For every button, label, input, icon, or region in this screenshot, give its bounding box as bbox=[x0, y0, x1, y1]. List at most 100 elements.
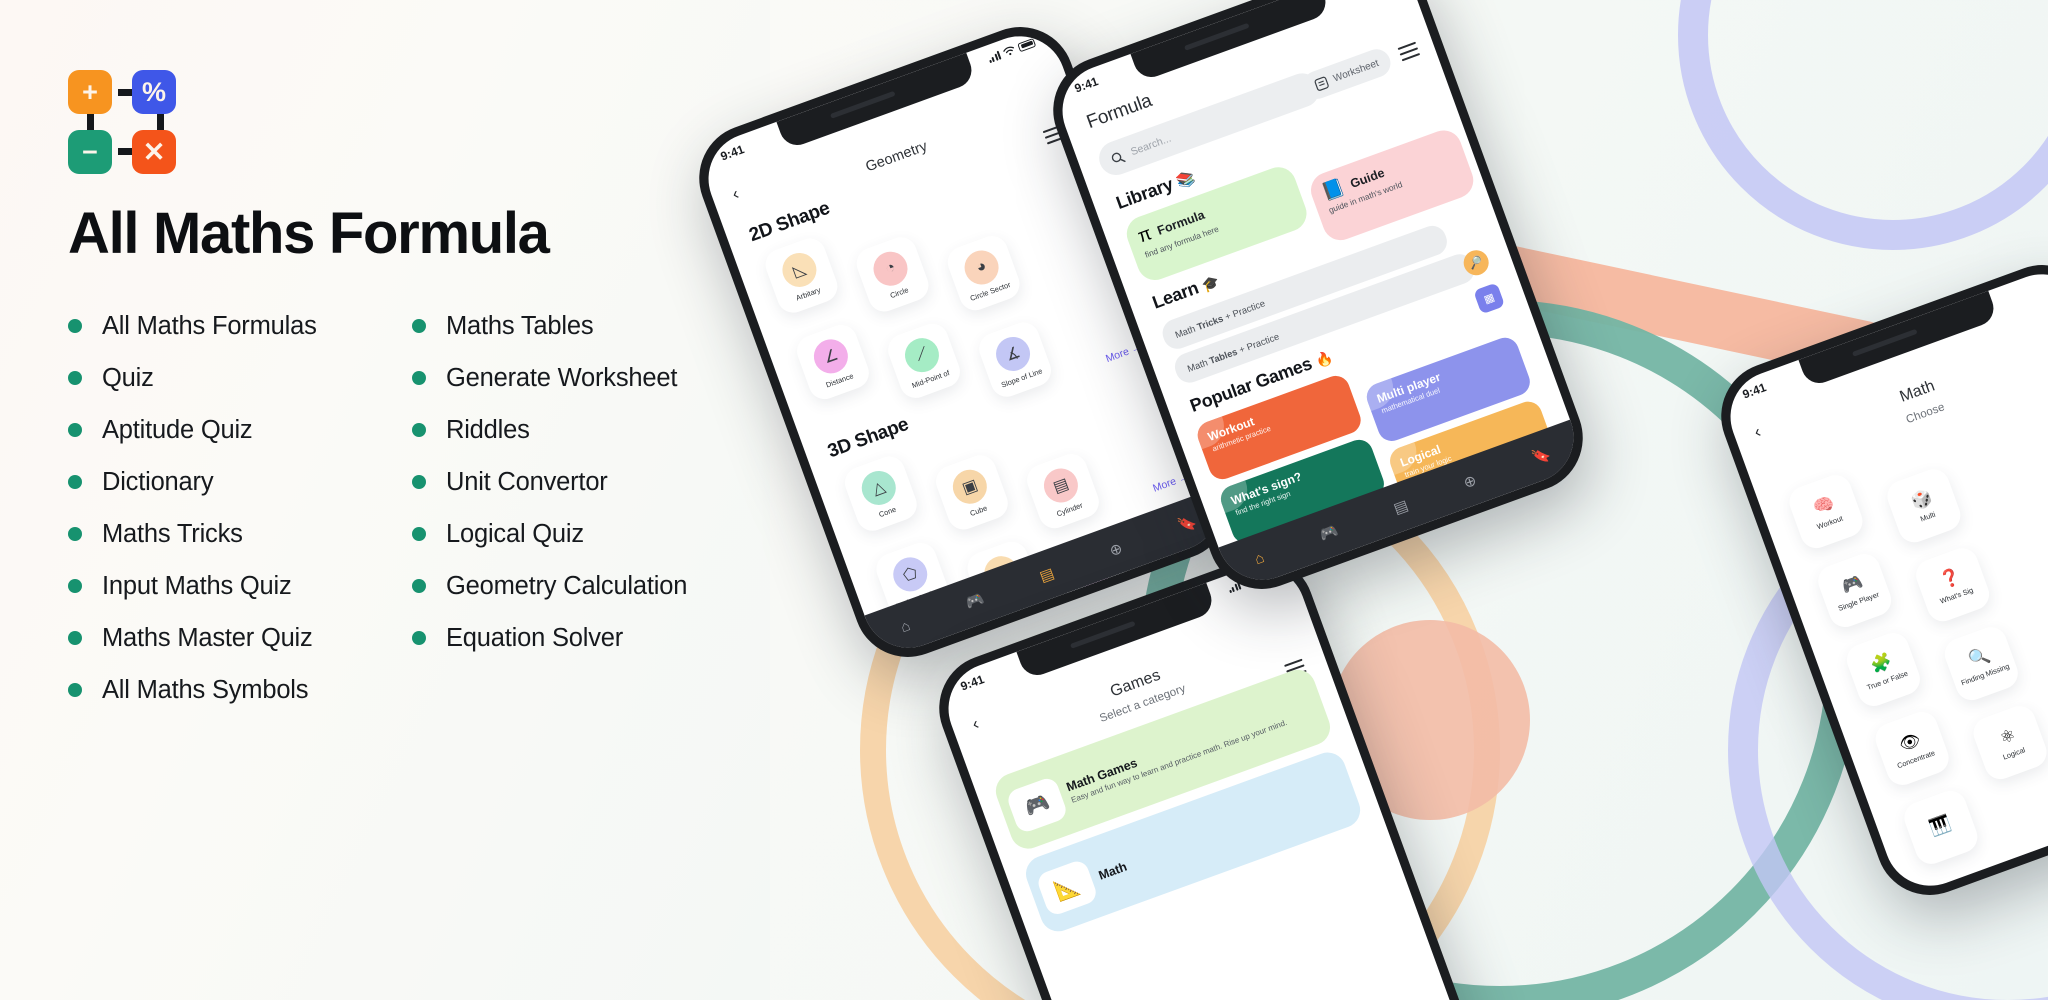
feature-label: Geometry Calculation bbox=[446, 571, 688, 600]
shape-card-distance[interactable]: ∠ Distance bbox=[792, 320, 874, 404]
mathgame-card-single-player[interactable]: 🎮 Single Player bbox=[1813, 549, 1896, 632]
feature-label: Maths Tricks bbox=[102, 519, 243, 548]
tab-home[interactable]: ⌂ bbox=[898, 617, 912, 636]
feature-item-left-5: Input Maths Quiz bbox=[68, 560, 368, 612]
feature-item-left-7: All Maths Symbols bbox=[68, 664, 368, 716]
more-label-2: More bbox=[1151, 475, 1178, 495]
row1-suffix: + Practice bbox=[1234, 330, 1281, 356]
tab-bookmark[interactable]: 🔖 bbox=[1175, 512, 1199, 535]
wifi-icon bbox=[1003, 46, 1014, 56]
shape-card-circle-sector[interactable]: ◕ Circle Sector bbox=[943, 231, 1025, 315]
feature-label: Aptitude Quiz bbox=[102, 415, 253, 444]
logo-glyph-plus: + bbox=[82, 76, 98, 107]
feature-item-right-5: Geometry Calculation bbox=[412, 560, 712, 612]
status-time-2: 9:41 bbox=[1072, 74, 1101, 96]
shape-label: Circle bbox=[888, 284, 910, 300]
tab-games[interactable]: 🎮 bbox=[963, 589, 986, 612]
shape-card-slope-of-line[interactable]: ∡ Slope of Line bbox=[974, 317, 1056, 402]
bullet-icon bbox=[412, 631, 426, 645]
mathgame-card-multi[interactable]: 🎲 Multi bbox=[1882, 464, 1965, 547]
shape-label: Cube bbox=[968, 502, 989, 518]
bullet-icon bbox=[68, 527, 82, 541]
tab-globe-2[interactable]: ⊕ bbox=[1461, 471, 1479, 492]
logo-tile-minus: − bbox=[68, 130, 112, 174]
formula-screen-title: Formula bbox=[1083, 90, 1155, 134]
shape-glyph-icon: ◺ bbox=[777, 247, 822, 292]
tab-home-2[interactable]: ⌂ bbox=[1252, 549, 1266, 568]
learn-heading-text: Learn bbox=[1149, 277, 1202, 313]
mathgame-card-item[interactable]: 🎹 bbox=[1899, 786, 1982, 869]
tab-games-2[interactable]: 🎮 bbox=[1317, 521, 1340, 544]
shape-glyph-icon: ◔ bbox=[868, 246, 913, 291]
hero-panel: + % − ✕ All Maths Formula All Maths Form… bbox=[0, 0, 760, 1000]
mathgame-label: Multi bbox=[1919, 509, 1937, 524]
tab-book-2[interactable]: ▤ bbox=[1391, 496, 1410, 518]
feature-list: All Maths Formulas Quiz Aptitude Quiz Dicti… bbox=[68, 300, 712, 716]
bullet-icon bbox=[68, 683, 82, 697]
feature-item-left-4: Maths Tricks bbox=[68, 508, 368, 560]
status-time-3: 9:41 bbox=[958, 672, 987, 694]
decorative-violet-ring bbox=[1678, 0, 2048, 250]
phone-mathgames-screen: 9:41 ‹ Math Choose 🧠 Workout 🎲 Multi 🎮 Single… bbox=[1717, 261, 2048, 899]
shape-glyph-icon: ∠ bbox=[808, 334, 853, 378]
tab-bookmark-2[interactable]: 🔖 bbox=[1529, 444, 1553, 467]
library-card-guide[interactable]: 📘 Guide guide in math's world bbox=[1305, 125, 1479, 246]
shape-card-mid-point-of[interactable]: ⟋ Mid-Point of bbox=[883, 319, 965, 403]
logo-tile-percent: % bbox=[132, 70, 176, 114]
shape-label: Arbitary bbox=[794, 284, 822, 303]
feature-item-right-4: Logical Quiz bbox=[412, 508, 712, 560]
menu-button-2[interactable] bbox=[1397, 41, 1422, 65]
bullet-icon bbox=[68, 319, 82, 333]
shape-label: Cone bbox=[877, 504, 898, 519]
bullet-icon bbox=[412, 371, 426, 385]
mathgame-card-logical[interactable]: ⚛ Logical bbox=[1969, 701, 2048, 784]
feature-item-right-3: Unit Convertor bbox=[412, 456, 712, 508]
worksheet-button[interactable]: Worksheet bbox=[1299, 45, 1395, 103]
status-time-4: 9:41 bbox=[1740, 380, 1769, 402]
back-button-4[interactable]: ‹ bbox=[1751, 422, 1763, 443]
gamepad-icon: 🎮 bbox=[1005, 775, 1069, 835]
shape-glyph-icon: ▣ bbox=[947, 464, 992, 509]
shape-card-circle[interactable]: ◔ Circle bbox=[852, 232, 933, 316]
bullet-icon bbox=[68, 371, 82, 385]
row0-suffix: + Practice bbox=[1220, 296, 1267, 323]
mathgame-card-true-or-false[interactable]: 🧩 True or False bbox=[1842, 628, 1925, 711]
shape-card-cone[interactable]: △ Cone bbox=[840, 451, 922, 536]
books-icon: 📚 bbox=[1174, 168, 1198, 192]
feature-item-right-6: Equation Solver bbox=[412, 612, 712, 664]
shape-glyph-icon: △ bbox=[856, 465, 901, 510]
shape-card-arbitary[interactable]: ◺ Arbitary bbox=[761, 233, 842, 318]
grid-toggle-icon[interactable]: ▦ bbox=[1473, 282, 1506, 315]
mathgame-icon: ⚛ bbox=[1997, 724, 2019, 749]
fire-icon: 🔥 bbox=[1313, 348, 1335, 370]
mathgames-grid: 🧠 Workout 🎲 Multi 🎮 Single Player ❓ What's Sig 🧩… bbox=[1718, 261, 2048, 869]
shape-card-cylinder[interactable]: ▤ Cylinder bbox=[1022, 449, 1104, 533]
bullet-icon bbox=[412, 579, 426, 593]
search-icon bbox=[1111, 152, 1126, 162]
feature-item-right-0: Maths Tables bbox=[412, 300, 712, 352]
shape-glyph-icon: ⟋ bbox=[900, 332, 944, 377]
mathgame-card-workout[interactable]: 🧠 Workout bbox=[1784, 470, 1867, 553]
mathgame-card-what-s-sig[interactable]: ❓ What's Sig bbox=[1911, 543, 1994, 626]
logo-glyph-multiply: ✕ bbox=[142, 136, 166, 167]
mathgame-card-concentrate[interactable]: 👁 Concentrate bbox=[1871, 707, 1954, 790]
feature-label: Unit Convertor bbox=[446, 467, 608, 496]
back-button-3[interactable]: ‹ bbox=[969, 714, 981, 735]
notch-2 bbox=[1130, 0, 1331, 83]
tab-globe[interactable]: ⊕ bbox=[1107, 539, 1125, 560]
mathgame-card-finding-missing[interactable]: 🔍 Finding Missing bbox=[1940, 622, 2023, 705]
feature-label: Maths Master Quiz bbox=[102, 623, 313, 652]
search-input[interactable]: Search... bbox=[1094, 68, 1325, 180]
bullet-icon bbox=[68, 579, 82, 593]
mathgame-icon: 🎹 bbox=[1926, 812, 1954, 839]
section-3d-heading: 3D Shape bbox=[825, 413, 912, 463]
tab-book[interactable]: ▤ bbox=[1037, 564, 1056, 586]
logo-glyph-percent: % bbox=[141, 76, 166, 107]
mathgames-subtitle: Choose bbox=[1904, 401, 1947, 427]
row0-bold: Tricks bbox=[1195, 312, 1225, 332]
category-math-title: Math bbox=[1096, 859, 1129, 883]
shape-card-cube[interactable]: ▣ Cube bbox=[931, 450, 1013, 534]
feature-item-left-6: Maths Master Quiz bbox=[68, 612, 368, 664]
shape-label: Icosahedron bbox=[1080, 584, 1122, 607]
graduation-cap-icon: 🎓 bbox=[1199, 272, 1222, 294]
